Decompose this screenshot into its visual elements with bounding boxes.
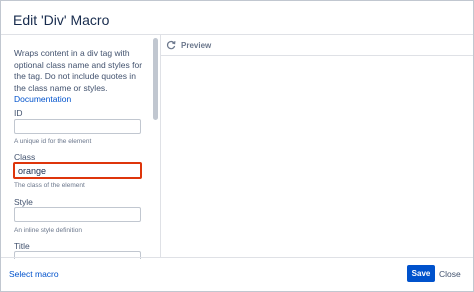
- class-help: The class of the element: [14, 182, 85, 189]
- id-help: A unique id for the element: [14, 138, 92, 145]
- macro-parameters-panel: Wraps content in a div tag with optional…: [1, 35, 152, 259]
- select-macro-link[interactable]: Select macro: [9, 269, 59, 279]
- style-label: Style: [14, 197, 33, 207]
- edit-macro-dialog: Edit 'Div' Macro Wraps content in a div …: [0, 0, 474, 292]
- preview-label: Preview: [181, 41, 212, 50]
- style-help: An inline style definition: [14, 227, 82, 234]
- save-button[interactable]: Save: [407, 265, 435, 282]
- panel-divider: [160, 35, 161, 258]
- id-field[interactable]: [14, 119, 141, 134]
- parameters-scrollbar[interactable]: [153, 38, 158, 120]
- style-field[interactable]: [14, 207, 141, 222]
- close-button[interactable]: Close: [439, 269, 461, 279]
- id-label: ID: [14, 108, 23, 118]
- macro-description: Wraps content in a div tag with optional…: [14, 48, 148, 106]
- title-label: Title: [14, 241, 30, 251]
- macro-description-text: Wraps content in a div tag with optional…: [14, 48, 143, 93]
- refresh-icon[interactable]: [166, 40, 176, 50]
- class-field[interactable]: [13, 162, 142, 179]
- preview-header[interactable]: Preview: [161, 35, 473, 56]
- dialog-title: Edit 'Div' Macro: [13, 12, 110, 28]
- dialog-footer: Select macro Save Close: [1, 257, 473, 291]
- documentation-link[interactable]: Documentation: [14, 94, 71, 104]
- class-label: Class: [14, 152, 36, 162]
